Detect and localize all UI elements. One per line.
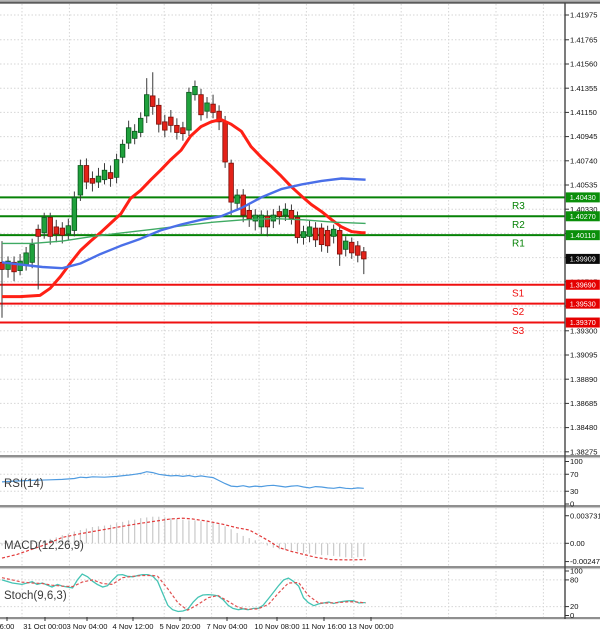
macd-panel-area[interactable] — [0, 508, 565, 566]
rsi-axis-label: 100 — [570, 457, 583, 466]
panel-separator — [0, 505, 600, 507]
stoch-axis-label: 20 — [570, 602, 578, 611]
rsi-axis-label: 70 — [570, 470, 578, 479]
trading-chart-window: R3R2R1S1S2S3 1.419751.417651.415601.4135… — [0, 0, 600, 635]
price-axis-label: 1.38480 — [570, 423, 597, 432]
price-axis-label: 1.41150 — [570, 108, 597, 117]
chart-canvas[interactable]: R3R2R1S1S2S3 1.419751.417651.415601.4135… — [0, 0, 600, 635]
price-axis-label: 1.40740 — [570, 156, 597, 165]
level-badge-r3-text: 1.40430 — [570, 193, 596, 202]
stoch-label: Stoch(9,6,3) — [4, 590, 67, 602]
time-axis-label: 31 Oct 00:00 — [23, 622, 66, 631]
price-axis-label: 1.41765 — [570, 35, 597, 44]
level-badge-r1-text: 1.40110 — [570, 231, 595, 240]
price-axis-label: 1.40945 — [570, 132, 597, 141]
time-axis-label: 6:00 — [0, 622, 14, 631]
rsi-panel-area[interactable] — [0, 458, 565, 505]
time-axis-label: 13 Nov 00:00 — [348, 622, 393, 631]
rsi-label: RSI(14) — [4, 478, 44, 490]
price-badges: 1.40430 1.40270 1.40110 1.39690 1.39530 1.393… — [566, 192, 600, 327]
stoch-axis-label: 80 — [570, 576, 578, 585]
chart-border-bottom — [0, 617, 600, 619]
current-price-badge-text: 1.39909 — [570, 255, 596, 264]
macd-axis-label: 0.00 — [570, 539, 585, 548]
main-chart-area[interactable] — [0, 4, 565, 455]
time-axis-label: 4 Nov 12:00 — [113, 622, 154, 631]
stoch-panel-area[interactable] — [0, 569, 565, 617]
price-axis-label: 1.38275 — [570, 447, 597, 456]
time-axis-label: 10 Nov 08:00 — [254, 622, 299, 631]
panel-separator — [0, 455, 600, 457]
time-axis-label: 7 Nov 04:00 — [207, 622, 248, 631]
stoch-axis-label: 0 — [570, 611, 574, 620]
level-badge-s3-text: 1.39370 — [570, 318, 596, 327]
price-axis-label: 1.41560 — [570, 60, 597, 69]
price-axis-label: 1.40535 — [570, 181, 597, 190]
macd-axis-label: 0.003731 — [570, 511, 600, 520]
rsi-axis-label: 0 — [570, 500, 574, 509]
price-axis-label: 1.38685 — [570, 399, 597, 408]
time-axis-label: 3 Nov 04:00 — [67, 622, 108, 631]
price-axis-label: 1.38890 — [570, 375, 597, 384]
panel-separator — [0, 566, 600, 568]
level-badge-s1-text: 1.39690 — [570, 280, 596, 289]
stoch-axis-label: 100 — [570, 567, 583, 576]
time-axis-label: 5 Nov 20:00 — [160, 622, 201, 631]
level-badge-r2-text: 1.40270 — [570, 212, 596, 221]
price-axis-label: 1.39300 — [570, 326, 597, 335]
macd-label: MACD(12,26,9) — [4, 540, 84, 552]
price-axis-label: 1.41355 — [570, 84, 597, 93]
macd-axis-label: -0.002473 — [570, 557, 600, 566]
chart-border-top — [0, 2, 600, 4]
time-axis-label: 11 Nov 16:00 — [302, 622, 347, 631]
panel-click-surfaces — [0, 4, 565, 617]
price-axis-label: 1.39095 — [570, 351, 597, 360]
price-axis-label: 1.41975 — [570, 11, 597, 20]
window-top-edge — [0, 0, 600, 1]
rsi-axis-label: 30 — [570, 487, 578, 496]
level-badge-s2-text: 1.39530 — [570, 299, 596, 308]
